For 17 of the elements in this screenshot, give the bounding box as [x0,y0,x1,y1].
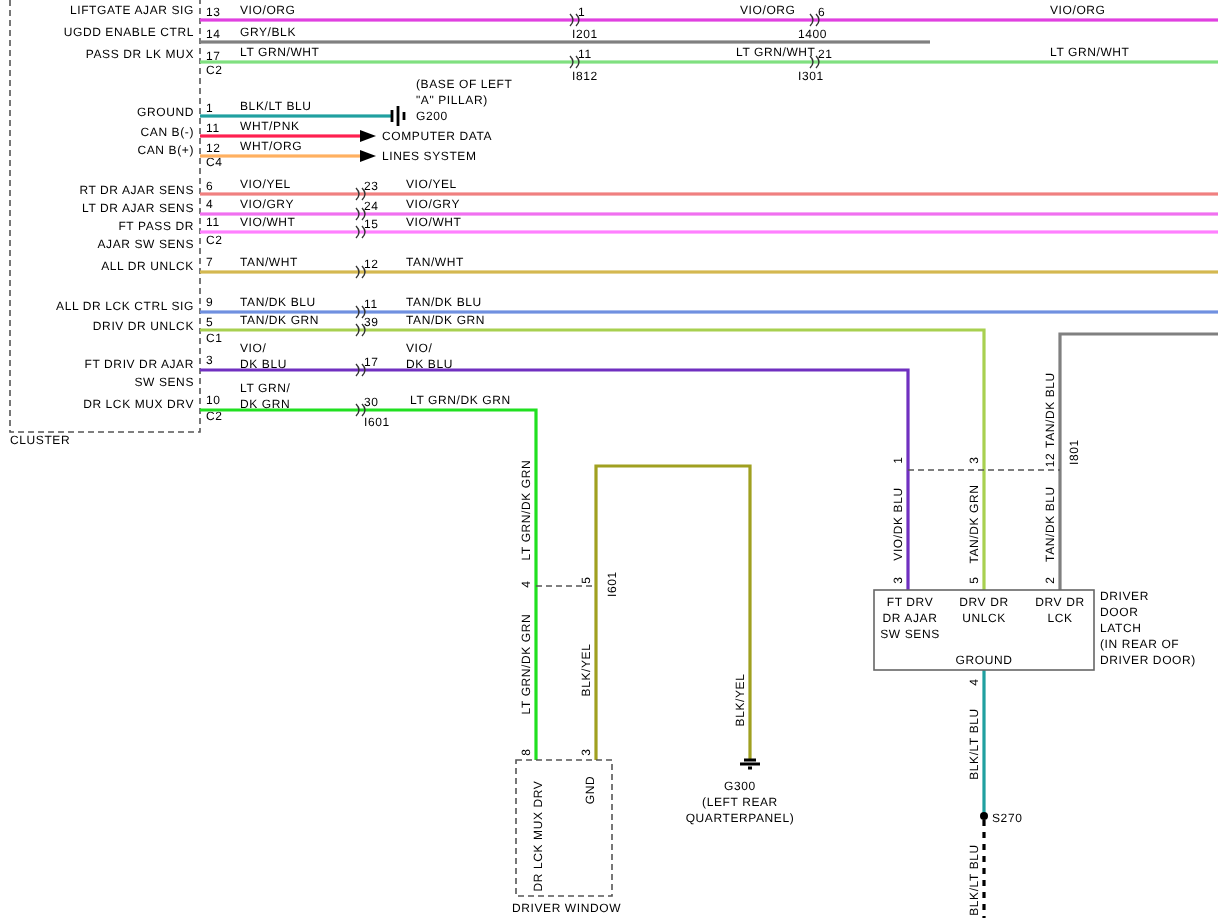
window-module-outline [515,759,613,897]
connector-icon [355,363,366,377]
connector-outline [535,585,597,587]
connector-icon [355,265,366,279]
connector-icon [355,207,366,221]
connector-icon [569,13,580,27]
ground-icon [390,104,406,128]
connector-icon [809,55,820,69]
connector-icon [569,55,580,69]
ground-icon [738,758,762,770]
connector-icon [809,13,820,27]
connector-icon [355,305,366,319]
connector-icon [355,323,366,337]
connector-icon [355,225,366,239]
connector-icon [355,403,366,417]
splice-dot [980,812,988,820]
connector-icon [355,187,366,201]
